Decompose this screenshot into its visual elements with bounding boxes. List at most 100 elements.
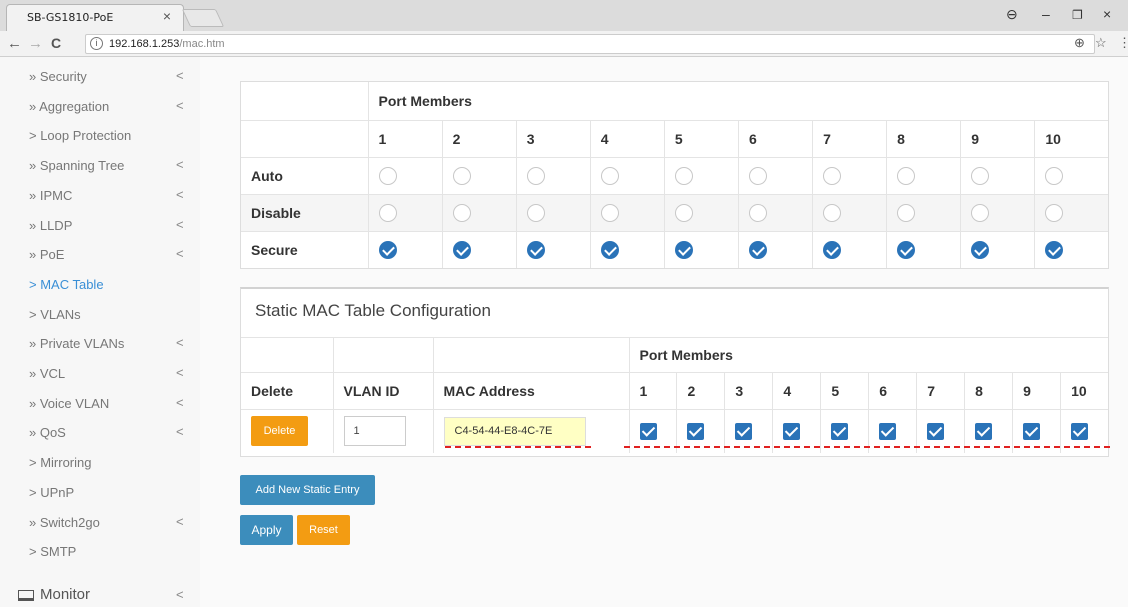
static-port-number-header: 7 <box>916 372 965 410</box>
checkbox-checked-icon[interactable] <box>1071 423 1089 441</box>
radio-selected-icon[interactable] <box>823 240 842 259</box>
radio-unselected-icon[interactable] <box>452 166 471 185</box>
radio-cell <box>960 230 1035 268</box>
checkbox-checked-icon[interactable] <box>879 423 897 441</box>
zoom-icon[interactable]: ⊕ <box>1074 35 1085 51</box>
checkbox-checked-icon[interactable] <box>831 423 849 441</box>
radio-cell <box>737 156 813 194</box>
sidebar-item[interactable]: > MAC Table <box>0 273 200 297</box>
delete-entry-button[interactable]: Delete <box>251 416 308 447</box>
vlan-cell <box>332 409 433 453</box>
sidebar-item[interactable]: » QoS < <box>0 421 200 445</box>
sidebar-item-label: » Spanning Tree <box>29 158 125 174</box>
col-delete-header: Delete <box>241 372 333 410</box>
static-port-number-header: 1 <box>628 372 677 410</box>
site-info-icon[interactable]: i <box>90 37 103 50</box>
radio-cell <box>367 156 443 194</box>
radio-unselected-icon[interactable] <box>600 166 619 185</box>
back-icon[interactable]: ← <box>7 35 22 52</box>
browser-menu-icon[interactable]: ⋮ <box>1118 35 1128 51</box>
radio-unselected-icon[interactable] <box>897 203 916 222</box>
radio-selected-icon[interactable] <box>1045 240 1064 259</box>
chevron-left-icon: < <box>176 246 184 262</box>
radio-unselected-icon[interactable] <box>526 166 545 185</box>
sidebar-item[interactable]: » Private VLANs < <box>0 332 200 356</box>
mac-address-input[interactable] <box>443 416 586 446</box>
radio-unselected-icon[interactable] <box>600 203 619 222</box>
radio-unselected-icon[interactable] <box>823 203 842 222</box>
radio-unselected-icon[interactable] <box>748 166 767 185</box>
apply-button[interactable]: Apply <box>240 515 293 545</box>
radio-unselected-icon[interactable] <box>452 203 471 222</box>
browser-tab[interactable]: SB-GS1810-PoE × <box>6 4 184 31</box>
sidebar-item[interactable]: » VCL < <box>0 362 200 386</box>
radio-unselected-icon[interactable] <box>378 166 397 185</box>
checkbox-checked-icon[interactable] <box>735 423 753 441</box>
reset-button[interactable]: Reset <box>297 515 350 545</box>
bookmark-star-icon[interactable]: ☆ <box>1095 35 1107 51</box>
sidebar-item[interactable]: » Switch2go < <box>0 511 200 535</box>
sidebar-item[interactable]: > VLANs <box>0 303 200 327</box>
radio-unselected-icon[interactable] <box>526 203 545 222</box>
sidebar-item[interactable]: > UPnP <box>0 481 200 505</box>
sidebar-item-label: » Private VLANs <box>29 336 125 352</box>
sidebar-item-monitor[interactable]: Monitor < <box>0 582 200 607</box>
radio-selected-icon[interactable] <box>971 240 990 259</box>
forward-icon[interactable]: → <box>28 35 43 52</box>
sidebar-item[interactable]: » Spanning Tree < <box>0 154 200 178</box>
port-numbers-row: 1 2 3 4 5 6 7 8 9 10 <box>241 119 1108 157</box>
sidebar-item[interactable]: > SMTP <box>0 540 200 564</box>
tab-close-icon[interactable]: × <box>163 8 171 24</box>
minimize-icon[interactable]: – <box>1042 6 1050 22</box>
radio-unselected-icon[interactable] <box>674 166 693 185</box>
radio-unselected-icon[interactable] <box>971 203 990 222</box>
port-learning-table: Port Members 1 2 3 4 5 6 7 8 9 10 Auto Disable Se… <box>241 82 1108 268</box>
new-tab-button[interactable] <box>181 9 225 27</box>
checkbox-checked-icon[interactable] <box>975 423 993 441</box>
radio-unselected-icon[interactable] <box>748 203 767 222</box>
chevron-left-icon: < <box>176 216 184 232</box>
radio-unselected-icon[interactable] <box>971 166 990 185</box>
radio-unselected-icon[interactable] <box>1045 203 1064 222</box>
radio-unselected-icon[interactable] <box>897 166 916 185</box>
radio-unselected-icon[interactable] <box>1045 166 1064 185</box>
radio-cell <box>515 193 591 231</box>
close-window-icon[interactable]: × <box>1103 6 1111 22</box>
sidebar-item[interactable]: » IPMC < <box>0 184 200 208</box>
port-number-header: 4 <box>589 119 665 157</box>
checkbox-checked-icon[interactable] <box>1023 423 1041 441</box>
add-new-static-entry-button[interactable]: Add New Static Entry <box>240 475 375 505</box>
sidebar-item-label: > UPnP <box>29 484 75 500</box>
radio-selected-icon[interactable] <box>378 240 397 259</box>
url-input[interactable]: i 192.168.1.253/mac.htm <box>85 34 1095 54</box>
radio-unselected-icon[interactable] <box>378 203 397 222</box>
radio-cell <box>441 193 517 231</box>
restore-icon[interactable]: ❐ <box>1072 8 1083 22</box>
checkbox-checked-icon[interactable] <box>783 423 801 441</box>
radio-unselected-icon[interactable] <box>823 166 842 185</box>
sidebar-item[interactable]: » Voice VLAN < <box>0 392 200 416</box>
sidebar-item[interactable]: > Loop Protection <box>0 124 200 148</box>
radio-selected-icon[interactable] <box>526 240 545 259</box>
checkbox-checked-icon[interactable] <box>687 423 705 441</box>
sidebar-item-label: > Loop Protection <box>29 128 132 144</box>
radio-selected-icon[interactable] <box>674 240 693 259</box>
reload-icon[interactable]: C <box>51 35 61 51</box>
checkbox-checked-icon[interactable] <box>927 423 945 441</box>
sidebar-item[interactable]: » PoE < <box>0 243 200 267</box>
radio-selected-icon[interactable] <box>452 240 471 259</box>
radio-selected-icon[interactable] <box>897 240 916 259</box>
sidebar-item-label: > VLANs <box>29 306 81 322</box>
sidebar-item[interactable]: » LLDP < <box>0 214 200 238</box>
port-number-header: 10 <box>1034 119 1108 157</box>
vlan-id-input[interactable] <box>343 416 406 447</box>
static-header-row: Delete VLAN ID MAC Address 1 2 3 4 5 6 7 8 9 10 <box>241 372 1108 410</box>
radio-unselected-icon[interactable] <box>674 203 693 222</box>
sidebar-item[interactable]: > Mirroring <box>0 451 200 475</box>
account-icon[interactable]: ⊖ <box>1006 6 1018 23</box>
sidebar-item[interactable]: » Security < <box>0 65 200 89</box>
sidebar-item[interactable]: » Aggregation < <box>0 95 200 119</box>
radio-selected-icon[interactable] <box>748 240 767 259</box>
checkbox-checked-icon[interactable] <box>639 423 657 441</box>
radio-selected-icon[interactable] <box>600 240 619 259</box>
